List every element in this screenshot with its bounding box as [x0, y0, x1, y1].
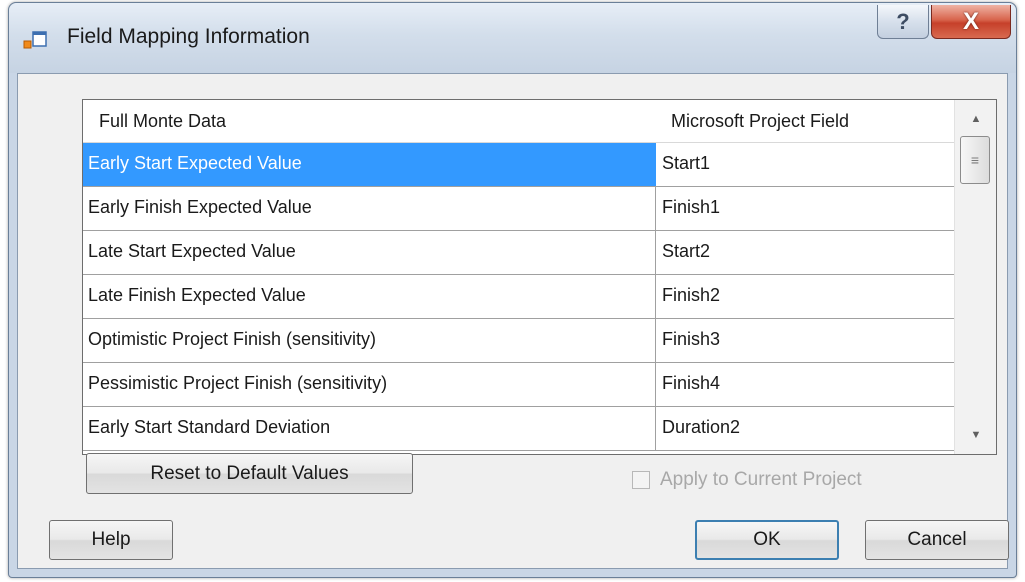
row-data-cell[interactable]: Early Start Expected Value: [83, 143, 656, 186]
close-button[interactable]: X: [931, 5, 1011, 39]
table-row[interactable]: Early Start Standard Deviation Duration2: [83, 407, 954, 451]
row-data-cell[interactable]: Pessimistic Project Finish (sensitivity): [83, 363, 656, 406]
close-icon: X: [962, 7, 979, 35]
apply-current-project-option: Apply to Current Project: [632, 465, 862, 495]
grip-icon: ≡: [970, 152, 980, 168]
table-row[interactable]: Early Start Expected Value Start1: [83, 143, 954, 187]
grid-header: Full Monte Data Microsoft Project Field: [83, 100, 954, 143]
column-header-ms-project-field[interactable]: Microsoft Project Field: [671, 111, 849, 132]
scroll-up-arrow-icon[interactable]: ▲: [961, 106, 991, 132]
row-field-cell[interactable]: Start2: [656, 231, 954, 274]
question-icon: ?: [896, 8, 910, 34]
table-row[interactable]: Pessimistic Project Finish (sensitivity)…: [83, 363, 954, 407]
apply-current-project-label: Apply to Current Project: [660, 469, 862, 490]
field-mapping-grid[interactable]: Full Monte Data Microsoft Project Field …: [82, 99, 997, 455]
table-row[interactable]: Early Finish Expected Value Finish1: [83, 187, 954, 231]
vertical-scrollbar[interactable]: ▲ ≡ ▼: [954, 100, 996, 454]
row-data-cell[interactable]: Optimistic Project Finish (sensitivity): [83, 319, 656, 362]
cancel-button[interactable]: Cancel: [865, 520, 1009, 560]
reset-defaults-button[interactable]: Reset to Default Values: [86, 453, 413, 494]
table-row[interactable]: Late Start Expected Value Start2: [83, 231, 954, 275]
ok-button[interactable]: OK: [695, 520, 839, 560]
row-data-cell[interactable]: Late Finish Expected Value: [83, 275, 656, 318]
column-header-full-monte-data[interactable]: Full Monte Data: [99, 111, 226, 132]
row-data-cell[interactable]: Late Start Expected Value: [83, 231, 656, 274]
row-data-cell[interactable]: Early Finish Expected Value: [83, 187, 656, 230]
help-button[interactable]: Help: [49, 520, 173, 560]
row-field-cell[interactable]: Duration2: [656, 407, 954, 450]
dialog-client-area: Full Monte Data Microsoft Project Field …: [17, 73, 1009, 569]
row-field-cell[interactable]: Finish1: [656, 187, 954, 230]
apply-current-project-checkbox[interactable]: [632, 471, 650, 489]
row-data-cell[interactable]: Early Start Standard Deviation: [83, 407, 656, 450]
app-form-icon: [23, 31, 47, 49]
table-row[interactable]: Late Finish Expected Value Finish2: [83, 275, 954, 319]
scroll-down-arrow-icon[interactable]: ▼: [961, 422, 991, 448]
scroll-thumb[interactable]: ≡: [960, 136, 990, 184]
row-field-cell[interactable]: Finish3: [656, 319, 954, 362]
table-row[interactable]: Optimistic Project Finish (sensitivity) …: [83, 319, 954, 363]
title-bar[interactable]: Field Mapping Information ? X: [9, 3, 1016, 73]
window-title: Field Mapping Information: [67, 25, 310, 48]
dialog-window: Field Mapping Information ? X Full Monte…: [8, 2, 1017, 578]
row-field-cell[interactable]: Finish4: [656, 363, 954, 406]
row-field-cell[interactable]: Finish2: [656, 275, 954, 318]
row-field-cell[interactable]: Start1: [656, 143, 954, 186]
help-title-button[interactable]: ?: [877, 5, 929, 39]
